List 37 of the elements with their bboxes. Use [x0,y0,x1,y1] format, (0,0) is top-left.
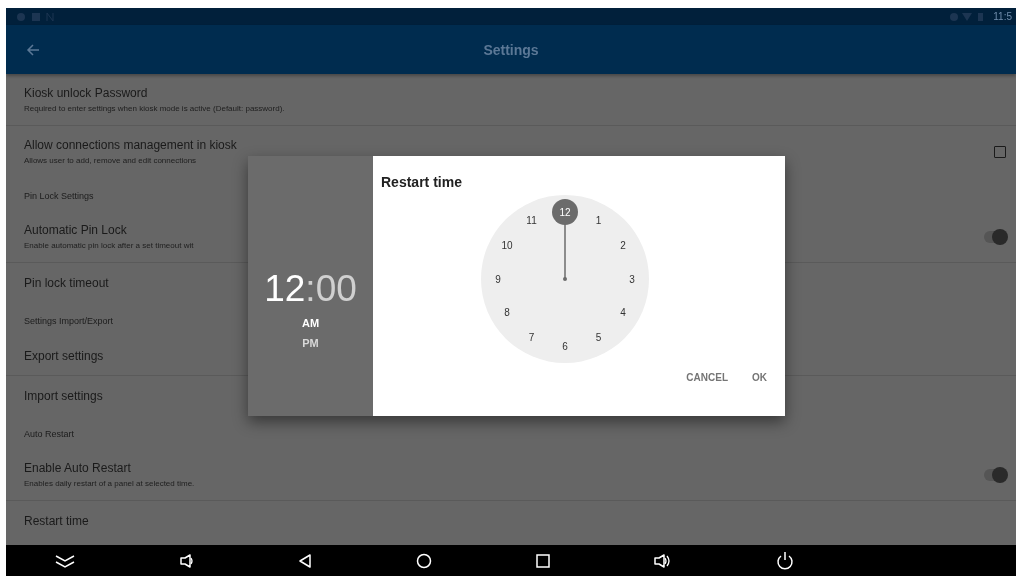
hour-number[interactable]: 2 [619,240,626,251]
clock-time: 11:5 [993,11,1012,22]
toggle-switch[interactable] [984,230,1006,243]
checkbox[interactable] [994,145,1006,158]
clock-dial[interactable]: 12 1 2 3 4 5 6 7 8 9 10 11 [479,194,650,364]
hour-number[interactable]: 6 [561,340,568,352]
system-status-icons [949,11,986,22]
speaker-loud-icon[interactable] [654,552,672,569]
back-arrow-icon[interactable] [26,43,40,56]
period-option[interactable]: AM [301,313,320,333]
hour-number[interactable]: 7 [528,331,534,343]
home-icon[interactable] [416,552,432,569]
notification-icons [16,11,56,22]
chevrons-down-icon[interactable] [54,552,76,569]
hour-number[interactable]: 12 [558,206,571,218]
power-icon[interactable] [776,550,794,571]
dialog-button[interactable]: CANCEL [676,366,738,389]
hour-number[interactable]: 5 [595,331,601,343]
dialog-button[interactable]: OK [742,366,777,389]
recents-icon[interactable] [536,553,550,568]
category-header: Pin Lock Settings [24,191,94,201]
hour-number[interactable]: 10 [500,240,513,251]
dialog-title: Restart time [381,174,463,190]
speaker-icon[interactable] [180,552,194,569]
hour-display[interactable]: 12 [264,268,306,309]
hour-number[interactable]: 11 [525,215,537,227]
hour-number[interactable]: 8 [503,307,510,318]
hour-number[interactable]: 1 [595,215,601,227]
screen-title: Settings [483,41,539,58]
toggle-switch[interactable] [984,468,1006,481]
hour-number[interactable]: 3 [628,273,635,285]
period-option[interactable]: PM [302,333,319,353]
category-header: Auto Restart [24,429,75,439]
hour-number[interactable]: 9 [494,273,501,285]
hour-number[interactable]: 4 [619,307,626,318]
category-header: Settings Import/Export [24,316,114,326]
back-icon[interactable] [298,552,312,569]
